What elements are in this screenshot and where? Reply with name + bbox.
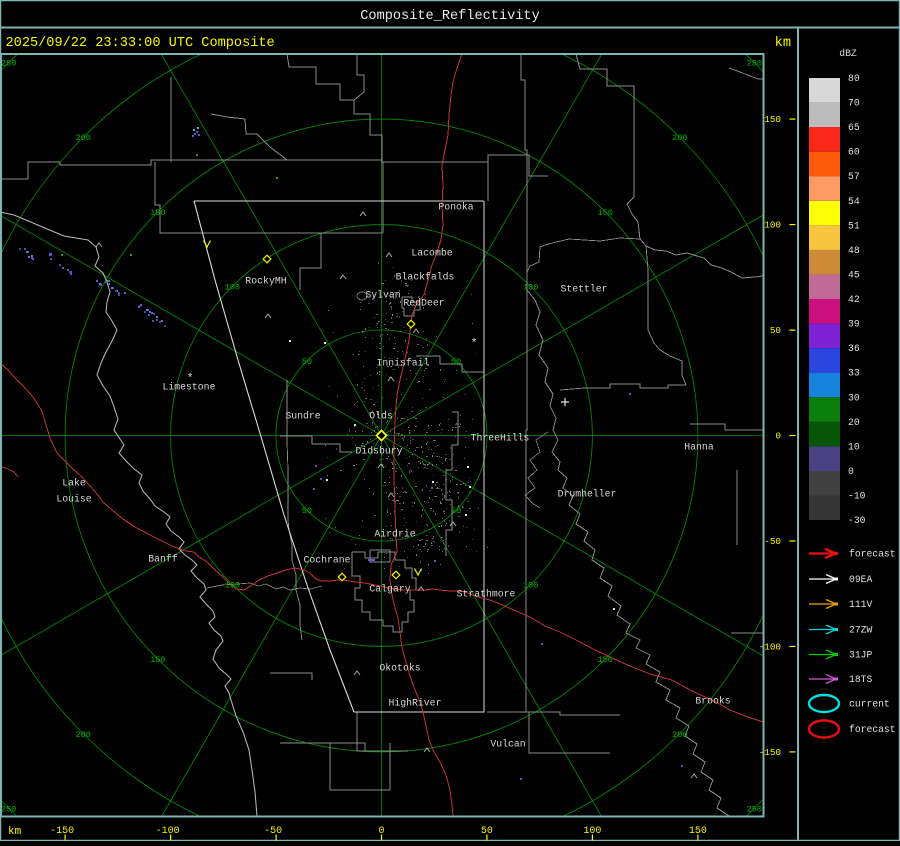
svg-text:Sundre: Sundre <box>285 411 320 422</box>
svg-text:200: 200 <box>76 133 91 143</box>
svg-text:Sylvan: Sylvan <box>365 290 400 301</box>
svg-text:Composite_Reflectivity: Composite_Reflectivity <box>360 9 539 24</box>
svg-text:50: 50 <box>302 357 312 367</box>
svg-text:0: 0 <box>848 466 854 477</box>
svg-text:09EA: 09EA <box>849 574 872 585</box>
svg-text:50: 50 <box>481 826 493 837</box>
svg-text:48: 48 <box>848 245 860 256</box>
svg-text:Innisfail: Innisfail <box>377 358 430 369</box>
svg-text:RedDeer: RedDeer <box>403 298 444 309</box>
svg-text:Hanna: Hanna <box>684 442 714 453</box>
svg-text:dBZ: dBZ <box>839 48 857 59</box>
svg-text:50: 50 <box>302 506 312 516</box>
svg-text:-100: -100 <box>156 826 180 837</box>
svg-text:50: 50 <box>770 325 781 336</box>
svg-text:km: km <box>8 826 22 838</box>
svg-text:Ponoka: Ponoka <box>438 202 473 213</box>
svg-text:Vulcan: Vulcan <box>490 739 525 750</box>
svg-text:-50: -50 <box>764 536 781 547</box>
svg-text:-150: -150 <box>759 747 781 758</box>
svg-text:45: 45 <box>848 270 860 281</box>
svg-text:31JP: 31JP <box>849 650 872 661</box>
svg-text:Stettler: Stettler <box>560 284 607 295</box>
svg-text:Didsbury: Didsbury <box>355 446 402 457</box>
svg-text:RockyMH: RockyMH <box>245 276 286 287</box>
svg-text:150: 150 <box>689 826 707 837</box>
svg-text:Lake: Lake <box>62 478 86 489</box>
svg-text:100: 100 <box>764 220 781 231</box>
svg-text:Blackfalds: Blackfalds <box>396 272 455 283</box>
svg-text:30: 30 <box>848 392 860 403</box>
svg-text:100: 100 <box>523 581 538 591</box>
svg-text:-30: -30 <box>848 515 866 526</box>
svg-text:Banff: Banff <box>148 554 178 565</box>
svg-text:100: 100 <box>225 581 240 591</box>
svg-text:-100: -100 <box>759 641 781 652</box>
svg-text:Drumheller: Drumheller <box>558 489 617 500</box>
svg-text:-150: -150 <box>50 826 74 837</box>
svg-text:60: 60 <box>848 147 860 158</box>
svg-text:80: 80 <box>848 73 860 84</box>
svg-text:150: 150 <box>598 655 613 665</box>
svg-text:70: 70 <box>848 98 860 109</box>
svg-text:20: 20 <box>848 417 860 428</box>
svg-text:Lacombe: Lacombe <box>411 248 452 259</box>
svg-text:ThreeHills: ThreeHills <box>471 433 530 444</box>
svg-text:150: 150 <box>150 208 165 218</box>
svg-text:Calgary: Calgary <box>369 584 410 595</box>
svg-text:27ZW: 27ZW <box>849 625 872 636</box>
svg-text:Airdrie: Airdrie <box>374 529 415 540</box>
svg-text:forecast: forecast <box>849 724 896 735</box>
svg-text:*: * <box>471 338 478 350</box>
svg-text:100: 100 <box>583 826 601 837</box>
svg-text:0: 0 <box>378 826 384 837</box>
svg-text:39: 39 <box>848 319 860 330</box>
svg-text:forecast: forecast <box>849 549 896 560</box>
svg-text:200: 200 <box>672 730 687 740</box>
svg-text:Brooks: Brooks <box>695 696 730 707</box>
svg-text:42: 42 <box>848 294 860 305</box>
svg-text:HighRiver: HighRiver <box>389 698 442 709</box>
svg-text:250: 250 <box>1 59 16 69</box>
svg-text:Strathmore: Strathmore <box>457 589 516 600</box>
svg-text:10: 10 <box>848 441 860 452</box>
svg-text:50: 50 <box>451 506 461 516</box>
svg-text:0: 0 <box>775 431 781 442</box>
svg-text:65: 65 <box>848 122 860 133</box>
svg-text:150: 150 <box>764 114 781 125</box>
svg-text:111V: 111V <box>849 599 872 610</box>
svg-text:250: 250 <box>747 804 762 814</box>
svg-text:Okotoks: Okotoks <box>379 663 420 674</box>
svg-text:Louise: Louise <box>56 494 91 505</box>
svg-text:18TS: 18TS <box>849 674 872 685</box>
svg-text:-10: -10 <box>848 491 866 502</box>
svg-text:54: 54 <box>848 196 860 207</box>
svg-text:2025/09/22 23:33:00 UTC Compos: 2025/09/22 23:33:00 UTC Composite <box>6 36 275 51</box>
svg-text:200: 200 <box>76 730 91 740</box>
svg-text:100: 100 <box>225 282 240 292</box>
svg-text:Cochrane: Cochrane <box>303 555 350 566</box>
svg-text:51: 51 <box>848 220 860 231</box>
svg-text:100: 100 <box>523 282 538 292</box>
svg-text:200: 200 <box>672 133 687 143</box>
svg-text:57: 57 <box>848 171 860 182</box>
svg-text:km: km <box>775 36 791 51</box>
svg-text:36: 36 <box>848 343 860 354</box>
svg-text:250: 250 <box>1 804 16 814</box>
svg-text:current: current <box>849 699 890 710</box>
svg-text:150: 150 <box>150 655 165 665</box>
svg-text:-50: -50 <box>264 826 282 837</box>
svg-text:250: 250 <box>747 59 762 69</box>
svg-text:Olds: Olds <box>369 411 393 422</box>
svg-text:Limestone: Limestone <box>163 382 216 393</box>
svg-text:50: 50 <box>451 357 461 367</box>
svg-text:150: 150 <box>598 208 613 218</box>
svg-text:33: 33 <box>848 368 860 379</box>
